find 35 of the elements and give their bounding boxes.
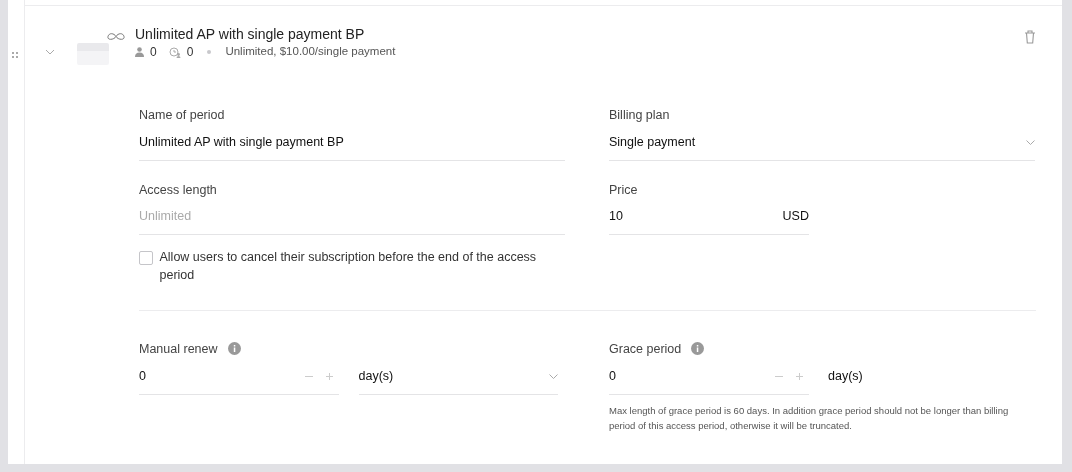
plus-icon[interactable]: [795, 372, 803, 380]
number-input[interactable]: 0: [139, 358, 339, 395]
user-count: 0: [150, 44, 157, 61]
infinity-icon: [107, 32, 125, 41]
minus-icon[interactable]: [774, 375, 783, 377]
renewal-count: 0: [186, 44, 194, 61]
minus-icon[interactable]: [304, 375, 313, 377]
name-input[interactable]: Unlimited AP with single payment BP: [139, 124, 565, 161]
separator-dot: [207, 50, 212, 54]
period-title: Unlimited AP with single payment BP: [135, 25, 366, 43]
caret-icon: [1026, 139, 1035, 145]
unit-dropdown[interactable]: day(s): [358, 358, 558, 395]
clock-user-icon: [168, 46, 181, 58]
checkbox-label: Allow users to cancel their subscription before the end of the access period: [159, 249, 538, 284]
field-label: Manual renew: [139, 341, 218, 357]
billing-plan-dropdown[interactable]: Single payment: [609, 124, 1035, 161]
drag-handle-icon[interactable]: [12, 51, 18, 58]
field-label: Grace period: [609, 341, 682, 357]
unit-label: day(s): [828, 368, 863, 386]
help-text: Max length of grace period is 60 days. In addition grace period should not be longer than billing period of this access period, otherwise it will be truncated.: [609, 403, 1010, 433]
trash-icon[interactable]: [1024, 30, 1036, 44]
caret-icon: [548, 373, 558, 379]
info-icon[interactable]: [227, 342, 241, 355]
field-label: Name of period: [139, 107, 225, 123]
user-icon: [135, 47, 144, 57]
field-label: Price: [609, 181, 638, 198]
chevron-icon[interactable]: [45, 49, 55, 55]
plus-icon[interactable]: [325, 372, 333, 380]
field-label: Billing plan: [609, 107, 670, 123]
price-input[interactable]: 10 USD: [609, 199, 809, 235]
field-label: Access length: [139, 181, 217, 198]
info-icon[interactable]: [691, 342, 705, 355]
checkbox[interactable]: [139, 251, 153, 265]
period-summary: Unlimited, $10.00/single payment: [225, 44, 396, 60]
number-input[interactable]: 0: [609, 358, 809, 395]
